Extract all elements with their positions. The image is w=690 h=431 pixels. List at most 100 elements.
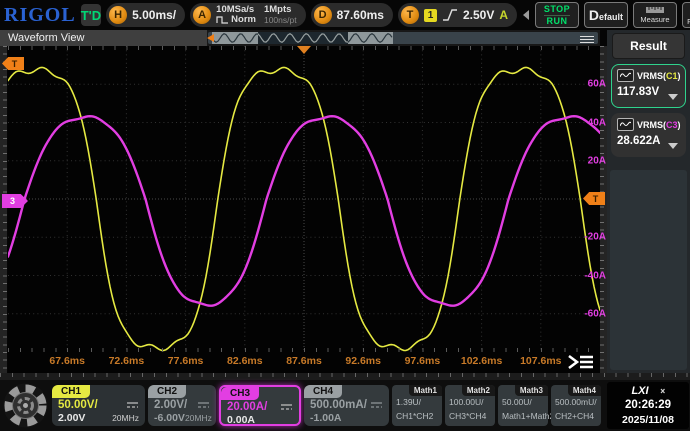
channel-bandwidth: 20MHz xyxy=(185,413,212,423)
time-label: 72.6ms xyxy=(109,355,145,367)
math-card-math1[interactable]: Math1 1.39U/CH1*CH2 xyxy=(392,385,442,426)
default-button[interactable]: Default xyxy=(584,2,628,28)
system-date: 2025/11/08 xyxy=(607,413,689,427)
y-axis-label: 60A xyxy=(588,79,606,90)
y-axis-label: -40A xyxy=(584,270,606,281)
bottom-edge-ruler xyxy=(0,373,690,380)
status-clock-block: LXI 20:26:29 2025/11/08 xyxy=(607,382,689,429)
left-ruler xyxy=(0,46,7,379)
overview-left-marker-icon[interactable] xyxy=(207,34,214,42)
channel-name: CH1 xyxy=(52,385,90,398)
measurement-dropdown-icon[interactable] xyxy=(668,94,678,100)
toolbar-scroll-left-icon[interactable] xyxy=(523,10,529,20)
ruler-icon xyxy=(645,6,665,14)
math-card-math2[interactable]: Math2 100.00U/CH3*CH4 xyxy=(445,385,495,426)
channel-bandwidth: 20MHz xyxy=(112,413,139,423)
result-header-button[interactable]: Result xyxy=(612,33,685,59)
channel-offset: 0.00A xyxy=(227,414,255,426)
channel-scale: 2.00V/ xyxy=(154,399,187,411)
flex-knob-button[interactable]: Flex Knob xyxy=(682,2,690,28)
dc-coupling-icon xyxy=(370,401,383,409)
channel-scale: 500.00mA/ xyxy=(310,399,367,411)
ch3-trace xyxy=(8,116,600,306)
channel-name: CH3 xyxy=(221,387,259,400)
time-label: 92.6ms xyxy=(345,355,381,367)
stop-run-button[interactable]: STOP RUN xyxy=(535,2,579,28)
channel-scale: 20.00A/ xyxy=(227,401,267,413)
measurement-card-vrms-c1[interactable]: VRMS(C1) 117.83V xyxy=(611,64,686,108)
math-expression: CH1*CH2 xyxy=(396,411,438,421)
channel-offset: 2.00V xyxy=(58,412,85,424)
channel-name: CH2 xyxy=(148,385,186,398)
channel-bar: CH1 50.00V/ 2.00V 20MHz CH2 2.00V/ -6.00… xyxy=(0,380,690,431)
right-ruler xyxy=(600,46,607,379)
waveform-traces xyxy=(8,46,600,352)
delay-value: 87.60ms xyxy=(337,8,384,22)
trigger-source-badge: 1 xyxy=(424,9,437,22)
overview-menu-icon[interactable] xyxy=(580,35,594,45)
memory-depth: 1Mpts xyxy=(264,5,297,15)
math-scale: 1.39U/ xyxy=(396,397,438,407)
trigger-position-icon[interactable] xyxy=(297,46,311,54)
y-axis-label: 40A xyxy=(588,117,606,128)
ch1-trace xyxy=(8,67,600,350)
channel-card-ch3[interactable]: CH3 20.00A/ 0.00A xyxy=(219,385,301,426)
time-label: 102.6ms xyxy=(461,355,502,367)
record-overview-strip[interactable] xyxy=(208,32,598,44)
time-label: 97.6ms xyxy=(405,355,441,367)
trigger-status-badge: T'D xyxy=(81,4,101,26)
measurement-source: C3 xyxy=(666,120,678,130)
horizontal-scale-value: 5.00ms/ xyxy=(132,8,176,22)
math-name: Math3 xyxy=(515,385,548,396)
math-expression: CH3*CH4 xyxy=(449,411,491,421)
horizontal-scale-button[interactable]: H 5.00ms/ xyxy=(106,3,185,27)
measurement-waveform-icon xyxy=(617,69,634,82)
tab-waveform-view[interactable]: Waveform View xyxy=(0,30,207,46)
delay-button[interactable]: D 87.60ms xyxy=(311,3,393,27)
acquisition-knob-icon[interactable]: A xyxy=(193,6,211,24)
math-scale: 50.00U/ xyxy=(502,397,544,407)
lxi-label: LXI xyxy=(631,385,648,397)
result-panel: Result VRMS(C1) 117.83V VRMS(C3) 28.622A xyxy=(607,30,690,373)
flex-knob-gear-icon[interactable] xyxy=(2,382,49,429)
math-scale: 100.00U/ xyxy=(449,397,491,407)
acquire-mode-icon xyxy=(216,16,229,24)
channel-card-ch4[interactable]: CH4 500.00mA/ -1.00A xyxy=(304,385,389,426)
top-bar: RIGOL T'D H 5.00ms/ A 10MSa/s 1Mpts Norm… xyxy=(0,0,690,30)
horizontal-knob-icon[interactable]: H xyxy=(109,6,127,24)
time-label: 82.6ms xyxy=(227,355,263,367)
channel-offset: -6.00V xyxy=(154,412,185,424)
trigger-knob-icon[interactable]: T xyxy=(401,6,419,24)
stop-label: STOP xyxy=(544,4,570,16)
rising-edge-icon xyxy=(442,8,458,22)
dc-coupling-icon xyxy=(126,401,139,409)
measurement-card-vrms-c3[interactable]: VRMS(C3) 28.622A xyxy=(611,113,686,157)
trigger-sweep-mode: A xyxy=(499,8,508,22)
measurement-waveform-icon xyxy=(617,118,634,131)
system-time: 20:26:29 xyxy=(607,398,689,413)
time-label: 107.6ms xyxy=(520,355,561,367)
measure-button[interactable]: Measure xyxy=(633,2,677,28)
math-name: Math1 xyxy=(409,385,442,396)
math-card-math3[interactable]: Math3 50.00U/Math1+Math2 xyxy=(498,385,548,426)
channel-card-ch2[interactable]: CH2 2.00V/ -6.00V 20MHz xyxy=(148,385,216,426)
measurement-dropdown-icon[interactable] xyxy=(668,143,678,149)
channel-scale: 50.00V/ xyxy=(58,399,98,411)
y-axis-label: -60A xyxy=(584,308,606,319)
sample-resolution: 100ns/pt xyxy=(264,15,297,25)
math-expression: Math1+Math2 xyxy=(502,411,544,421)
acquisition-button[interactable]: A 10MSa/s 1Mpts Norm 100ns/pt xyxy=(190,3,305,27)
y-axis-label: -20A xyxy=(584,232,606,243)
tab-row: Waveform View xyxy=(0,30,600,46)
rigol-logo: RIGOL xyxy=(4,4,76,27)
expand-menu-icon[interactable] xyxy=(566,352,596,372)
channel-card-ch1[interactable]: CH1 50.00V/ 2.00V 20MHz xyxy=(52,385,145,426)
math-expression: CH2+CH4 xyxy=(555,411,597,421)
measurement-source: C1 xyxy=(666,71,678,81)
math-name: Math4 xyxy=(568,385,601,396)
result-panel-body xyxy=(610,170,687,370)
delay-knob-icon[interactable]: D xyxy=(314,6,332,24)
time-axis: 67.6ms 72.6ms 77.6ms 82.6ms 87.6ms 92.6m… xyxy=(8,352,600,373)
math-card-math4[interactable]: Math4 500.00mU/CH2+CH4 xyxy=(551,385,601,426)
trigger-button[interactable]: T 1 2.50V A xyxy=(398,3,517,27)
